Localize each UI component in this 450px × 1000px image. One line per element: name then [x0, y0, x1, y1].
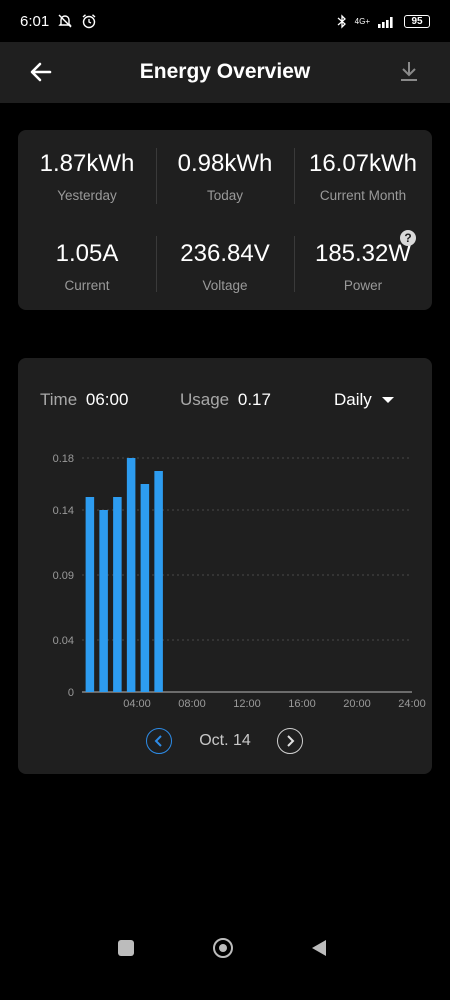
- back-button[interactable]: [312, 940, 326, 956]
- system-navigation-bar: [0, 938, 450, 1000]
- y-tick-label: 0.09: [53, 570, 74, 582]
- stat-label: Yesterday: [57, 188, 117, 203]
- stat-value: 0.98kWh: [177, 150, 273, 177]
- chart-bar: [154, 471, 163, 692]
- signal-icon: [378, 16, 393, 28]
- x-tick-label: 20:00: [343, 698, 371, 710]
- y-tick-label: 0.14: [53, 505, 74, 517]
- app-bar: Energy Overview: [0, 42, 450, 103]
- x-tick-label: 16:00: [288, 698, 316, 710]
- help-icon[interactable]: ?: [400, 230, 416, 246]
- usage-bar-chart: 0.18 0.14 0.09 0.04 0 04:00 08:00 12:00 16:00 20:…: [53, 453, 426, 710]
- x-tick-label: 04:00: [123, 698, 151, 710]
- stat-yesterday: 1.87kWh Yesterday: [18, 150, 156, 203]
- divider: [294, 236, 295, 292]
- stat-power: 185.32W Power: [294, 240, 432, 293]
- x-tick-label: 12:00: [233, 698, 261, 710]
- chart-bar: [140, 484, 150, 692]
- notifications-off-icon: [58, 14, 72, 28]
- x-tick-label: 24:00: [398, 698, 426, 710]
- status-bar: 6:01 4G+ 95: [0, 0, 450, 42]
- chart-bar: [85, 497, 95, 692]
- date-navigator: Oct. 14: [18, 728, 432, 758]
- home-button[interactable]: [213, 938, 233, 958]
- stat-label: Current Month: [319, 188, 407, 203]
- y-tick-label: 0: [68, 687, 74, 699]
- download-icon[interactable]: [398, 59, 420, 85]
- y-tick-label: 0.18: [53, 453, 74, 465]
- divider: [294, 148, 295, 204]
- stat-value: 1.05A: [55, 240, 119, 267]
- page-title: Energy Overview: [139, 60, 311, 83]
- battery-icon: 95: [404, 14, 430, 28]
- next-day-button[interactable]: [277, 728, 303, 754]
- stat-label: Voltage: [202, 278, 248, 293]
- usage-chart-card: Time 06:00 Usage 0.17 Daily 0.18 0.14 0.09…: [18, 358, 432, 774]
- stat-value: 236.84V: [180, 240, 270, 267]
- divider: [156, 148, 157, 204]
- selected-date: Oct. 14: [199, 732, 251, 749]
- stat-value: 1.87kWh: [39, 150, 135, 177]
- y-tick-label: 0.04: [53, 635, 74, 647]
- divider: [156, 236, 157, 292]
- x-tick-label: 08:00: [178, 698, 206, 710]
- stat-label: Power: [343, 278, 383, 293]
- bluetooth-icon: [337, 13, 346, 29]
- alarm-icon: [82, 14, 96, 29]
- status-time: 6:01: [20, 12, 50, 30]
- chart-bar: [99, 510, 108, 692]
- stat-label: Today: [206, 188, 244, 203]
- stat-current: 1.05A Current: [18, 240, 156, 293]
- stats-card: 1.87kWh Yesterday 0.98kWh Today 16.07kWh…: [18, 130, 432, 310]
- chart-bar: [113, 497, 122, 692]
- stat-current-month: 16.07kWh Current Month: [294, 150, 432, 203]
- stat-today: 0.98kWh Today: [156, 150, 294, 203]
- chevron-right-icon: [287, 735, 295, 747]
- recents-button[interactable]: [118, 940, 134, 956]
- chart-bar: [126, 458, 136, 692]
- stat-voltage: 236.84V Voltage: [156, 240, 294, 293]
- network-type: 4G+: [354, 16, 370, 26]
- stat-label: Current: [64, 278, 110, 293]
- stat-value: 16.07kWh: [308, 150, 418, 177]
